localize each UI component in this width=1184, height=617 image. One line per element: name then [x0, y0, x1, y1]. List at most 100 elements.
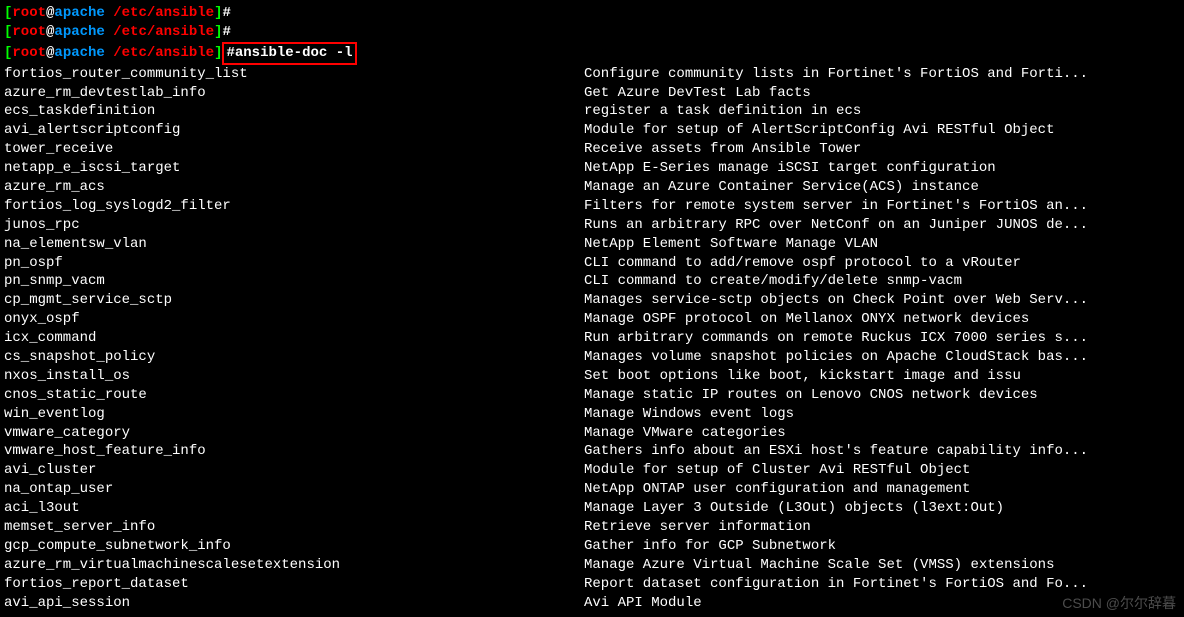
module-row: avi_alertscriptconfigModule for setup of…: [4, 121, 1180, 140]
prompt-host: apache: [54, 5, 104, 21]
module-row: cs_snapshot_policyManages volume snapsho…: [4, 348, 1180, 367]
module-row: pn_ospfCLI command to add/remove ospf pr…: [4, 254, 1180, 273]
module-description: NetApp Element Software Manage VLAN: [584, 235, 1180, 254]
module-description: Configure community lists in Fortinet's …: [584, 65, 1180, 84]
module-name: na_ontap_user: [4, 480, 584, 499]
module-row: avi_api_sessionAvi API Module: [4, 594, 1180, 613]
module-row: icx_commandRun arbitrary commands on rem…: [4, 329, 1180, 348]
module-row: azure_rm_acsManage an Azure Container Se…: [4, 178, 1180, 197]
module-name: ecs_taskdefinition: [4, 102, 584, 121]
module-row: fortios_log_syslogd2_filterFilters for r…: [4, 197, 1180, 216]
module-description: NetApp ONTAP user configuration and mana…: [584, 480, 1180, 499]
shell-prompt: [root@apache /etc/ansible]#ansible-doc -…: [4, 42, 1180, 65]
module-description: Manage Azure Virtual Machine Scale Set (…: [584, 556, 1180, 575]
module-row: netapp_e_iscsi_targetNetApp E-Series man…: [4, 159, 1180, 178]
module-description: Manage Windows event logs: [584, 405, 1180, 424]
module-name: azure_rm_acs: [4, 178, 584, 197]
module-name: junos_rpc: [4, 216, 584, 235]
module-row: onyx_ospfManage OSPF protocol on Mellano…: [4, 310, 1180, 329]
module-description: Manage static IP routes on Lenovo CNOS n…: [584, 386, 1180, 405]
prompt-host: apache: [54, 45, 104, 61]
prompt-hash: #: [222, 24, 230, 40]
module-description: Filters for remote system server in Fort…: [584, 197, 1180, 216]
module-row: junos_rpcRuns an arbitrary RPC over NetC…: [4, 216, 1180, 235]
shell-prompt: [root@apache /etc/ansible]#: [4, 4, 1180, 23]
module-description: Set boot options like boot, kickstart im…: [584, 367, 1180, 386]
module-description: Gathers info about an ESXi host's featur…: [584, 442, 1180, 461]
module-row: tower_receiveReceive assets from Ansible…: [4, 140, 1180, 159]
prompt-path: /etc/ansible: [105, 24, 214, 40]
module-row: avi_clusterModule for setup of Cluster A…: [4, 461, 1180, 480]
module-row: vmware_categoryManage VMware categories: [4, 424, 1180, 443]
module-row: fortios_report_datasetReport dataset con…: [4, 575, 1180, 594]
module-description: register a task definition in ecs: [584, 102, 1180, 121]
module-row: memset_server_infoRetrieve server inform…: [4, 518, 1180, 537]
module-name: azure_rm_virtualmachinescalesetextension: [4, 556, 584, 575]
module-name: win_eventlog: [4, 405, 584, 424]
command-input[interactable]: #ansible-doc -l: [222, 42, 356, 65]
module-description: Get Azure DevTest Lab facts: [584, 84, 1180, 103]
shell-prompt: [root@apache /etc/ansible]#: [4, 23, 1180, 42]
module-row: fortios_router_community_listConfigure c…: [4, 65, 1180, 84]
module-row: ecs_taskdefinitionregister a task defini…: [4, 102, 1180, 121]
module-row: cp_mgmt_service_sctpManages service-sctp…: [4, 291, 1180, 310]
module-description: Manage Layer 3 Outside (L3Out) objects (…: [584, 499, 1180, 518]
module-description: Module for setup of Cluster Avi RESTful …: [584, 461, 1180, 480]
module-description: Gather info for GCP Subnetwork: [584, 537, 1180, 556]
module-description: Receive assets from Ansible Tower: [584, 140, 1180, 159]
module-name: vmware_category: [4, 424, 584, 443]
command-text: ansible-doc -l: [235, 45, 353, 61]
module-name: onyx_ospf: [4, 310, 584, 329]
module-name: pn_ospf: [4, 254, 584, 273]
module-name: cnos_static_route: [4, 386, 584, 405]
module-row: gcp_compute_subnetwork_infoGather info f…: [4, 537, 1180, 556]
module-row: azure_rm_devtestlab_infoGet Azure DevTes…: [4, 84, 1180, 103]
module-name: fortios_log_syslogd2_filter: [4, 197, 584, 216]
module-name: cp_mgmt_service_sctp: [4, 291, 584, 310]
module-description: Manages service-sctp objects on Check Po…: [584, 291, 1180, 310]
module-description: Report dataset configuration in Fortinet…: [584, 575, 1180, 594]
prompt-host: apache: [54, 24, 104, 40]
module-name: na_elementsw_vlan: [4, 235, 584, 254]
module-name: tower_receive: [4, 140, 584, 159]
module-description: Manages volume snapshot policies on Apac…: [584, 348, 1180, 367]
watermark: CSDN @尔尔辞暮: [1062, 594, 1176, 613]
module-name: icx_command: [4, 329, 584, 348]
module-row: win_eventlogManage Windows event logs: [4, 405, 1180, 424]
prompt-user: root: [12, 24, 46, 40]
module-name: avi_cluster: [4, 461, 584, 480]
module-name: cs_snapshot_policy: [4, 348, 584, 367]
module-description: Manage VMware categories: [584, 424, 1180, 443]
prompt-path: /etc/ansible: [105, 5, 214, 21]
module-description: Manage OSPF protocol on Mellanox ONYX ne…: [584, 310, 1180, 329]
terminal-output: [root@apache /etc/ansible]#[root@apache …: [4, 4, 1180, 613]
module-description: CLI command to add/remove ospf protocol …: [584, 254, 1180, 273]
module-name: netapp_e_iscsi_target: [4, 159, 584, 178]
module-name: fortios_report_dataset: [4, 575, 584, 594]
prompt-user: root: [12, 5, 46, 21]
prompt-user: root: [12, 45, 46, 61]
module-name: avi_api_session: [4, 594, 584, 613]
module-description: Retrieve server information: [584, 518, 1180, 537]
prompt-hash: #: [222, 5, 230, 21]
module-name: azure_rm_devtestlab_info: [4, 84, 584, 103]
module-name: pn_snmp_vacm: [4, 272, 584, 291]
module-name: fortios_router_community_list: [4, 65, 584, 84]
module-row: azure_rm_virtualmachinescalesetextension…: [4, 556, 1180, 575]
module-row: na_elementsw_vlanNetApp Element Software…: [4, 235, 1180, 254]
module-row: pn_snmp_vacmCLI command to create/modify…: [4, 272, 1180, 291]
module-row: aci_l3outManage Layer 3 Outside (L3Out) …: [4, 499, 1180, 518]
module-row: na_ontap_userNetApp ONTAP user configura…: [4, 480, 1180, 499]
module-row: nxos_install_osSet boot options like boo…: [4, 367, 1180, 386]
module-row: cnos_static_routeManage static IP routes…: [4, 386, 1180, 405]
module-name: memset_server_info: [4, 518, 584, 537]
prompt-path: /etc/ansible: [105, 45, 214, 61]
module-row: vmware_host_feature_infoGathers info abo…: [4, 442, 1180, 461]
module-name: avi_alertscriptconfig: [4, 121, 584, 140]
module-name: aci_l3out: [4, 499, 584, 518]
module-description: Manage an Azure Container Service(ACS) i…: [584, 178, 1180, 197]
module-description: Module for setup of AlertScriptConfig Av…: [584, 121, 1180, 140]
bracket-close: ]: [214, 45, 222, 61]
module-name: gcp_compute_subnetwork_info: [4, 537, 584, 556]
module-description: NetApp E-Series manage iSCSI target conf…: [584, 159, 1180, 178]
